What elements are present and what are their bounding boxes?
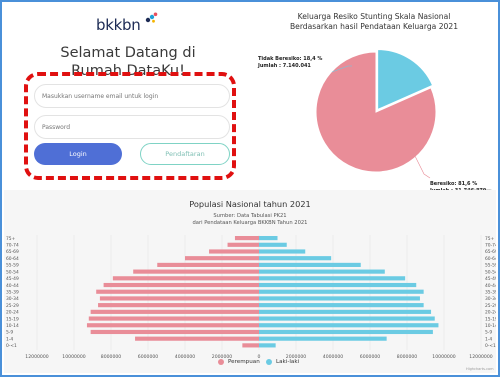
pyramid-bar-perempuan: [103, 282, 259, 288]
pyramid-bar-perempuan: [234, 236, 259, 241]
pyramid-bar-laki-laki: [259, 309, 432, 314]
logo-mark-icon: [145, 12, 158, 23]
pyramid-bar-laki-laki: [259, 289, 424, 294]
x-tick-label: 10000000: [432, 354, 455, 360]
x-tick-label: 12000000: [469, 354, 492, 360]
age-label-left: 75+: [6, 236, 16, 242]
x-tick-label: 4000000: [175, 354, 196, 360]
age-label-left: 45-49: [6, 276, 19, 282]
x-tick-label: 4000000: [323, 354, 344, 360]
pyramid-bar-perempuan: [157, 262, 259, 267]
stunting-pie-panel: Keluarga Resiko Stunting Skala Nasional …: [252, 4, 496, 194]
pyramid-bar-perempuan: [90, 309, 260, 314]
login-button[interactable]: Login: [34, 143, 122, 165]
register-button[interactable]: Pendaftaran: [140, 143, 230, 165]
age-label-left: 20-24: [6, 310, 19, 316]
username-input[interactable]: [34, 84, 230, 108]
pyramid-bar-perempuan: [185, 256, 259, 261]
pyramid-bar-perempuan: [242, 343, 259, 348]
pie-label-tidak-beresiko: Tidak Beresiko: 18,4 % Jumlah : 7.140.04…: [258, 56, 323, 69]
pie-connector-beresiko: [413, 153, 431, 179]
age-label-right: 20-24: [485, 310, 496, 316]
pyramid-bar-perempuan: [227, 242, 259, 247]
pyramid-bar-perempuan: [90, 329, 260, 335]
age-label-right: 5-9: [485, 330, 492, 336]
age-label-left: 40-44: [6, 283, 19, 289]
age-label-left: 5-9: [6, 330, 13, 336]
age-label-left: 1-4: [6, 336, 13, 342]
pyramid-chart: 75+75+70-7470-7465-6965-6960-6460-6455-5…: [6, 235, 496, 360]
pyramid-bar-laki-laki: [259, 236, 278, 241]
pyramid-bar-perempuan: [88, 316, 259, 321]
age-label-left: 15-19: [6, 316, 19, 322]
pyramid-bar-laki-laki: [259, 282, 417, 288]
age-label-left: 65-69: [6, 249, 19, 255]
password-input[interactable]: [34, 115, 230, 139]
population-pyramid-panel: Populasi Nasional tahun 2021 Sumber: Dat…: [4, 190, 496, 373]
legend-item-perempuan[interactable]: Perempuan: [218, 359, 260, 365]
age-label-right: 65-69: [485, 249, 496, 255]
pyramid-bar-laki-laki: [259, 242, 287, 247]
pyramid-bar-laki-laki: [259, 262, 361, 267]
age-label-left: 10-14: [6, 323, 19, 329]
legend-item-laki-laki[interactable]: Laki-laki: [266, 359, 299, 365]
pyramid-bar-perempuan: [86, 323, 259, 328]
age-label-left: 50-54: [6, 269, 19, 275]
x-tick-label: 10000000: [62, 354, 85, 360]
x-tick-label: 8000000: [397, 354, 418, 360]
age-label-right: 75+: [485, 236, 495, 242]
pyramid-bar-laki-laki: [259, 323, 439, 328]
legend-swatch-laki-laki: [266, 359, 272, 365]
age-label-right: 55-59: [485, 263, 496, 269]
age-label-left: 55-59: [6, 263, 19, 269]
age-label-right: 50-54: [485, 269, 496, 275]
pyramid-bar-laki-laki: [259, 303, 424, 308]
age-label-right: 60-64: [485, 256, 496, 262]
pyramid-bar-perempuan: [133, 269, 259, 274]
age-label-right: 25-29: [485, 303, 496, 309]
age-label-right: 35-39: [485, 289, 496, 295]
x-tick-label: 6000000: [138, 354, 159, 360]
pie-chart: [315, 48, 437, 179]
pyramid-bar-laki-laki: [259, 256, 332, 261]
age-label-right: 0-<1: [485, 343, 496, 349]
pyramid-bar-perempuan: [112, 276, 259, 281]
pyramid-bar-perempuan: [135, 336, 259, 341]
brand-logo: bkkbn: [96, 12, 158, 34]
x-tick-label: 12000000: [25, 354, 48, 360]
age-label-left: 0-<1: [6, 343, 17, 349]
pyramid-bar-perempuan: [98, 303, 259, 308]
age-label-right: 1-4: [485, 336, 492, 342]
pyramid-bar-laki-laki: [259, 269, 385, 274]
pyramid-bar-laki-laki: [259, 343, 276, 348]
pyramid-bar-laki-laki: [259, 336, 387, 341]
pyramid-bar-laki-laki: [259, 249, 306, 254]
age-label-right: 45-49: [485, 276, 496, 282]
age-label-right: 15-19: [485, 316, 496, 322]
legend-swatch-perempuan: [218, 359, 224, 365]
pyramid-bar-laki-laki: [259, 296, 420, 301]
pyramid-bar-laki-laki: [259, 316, 435, 321]
age-label-right: 10-14: [485, 323, 496, 329]
age-label-left: 30-34: [6, 296, 19, 302]
pyramid-bar-perempuan: [96, 289, 259, 294]
pyramid-bar-laki-laki: [259, 276, 406, 281]
pyramid-bar-perempuan: [99, 296, 260, 301]
x-tick-label: 8000000: [101, 354, 122, 360]
age-label-right: 40-44: [485, 283, 496, 289]
pyramid-bar-laki-laki: [259, 329, 433, 335]
x-tick-label: 6000000: [360, 354, 381, 360]
age-label-left: 25-29: [6, 303, 19, 309]
age-label-right: 70-74: [485, 243, 496, 249]
pyramid-bar-perempuan: [209, 249, 259, 254]
pyramid-credit: Highcharts.com: [466, 367, 494, 371]
age-label-left: 35-39: [6, 289, 19, 295]
age-label-left: 70-74: [6, 243, 19, 249]
age-label-right: 30-34: [485, 296, 496, 302]
age-label-left: 60-64: [6, 256, 19, 262]
